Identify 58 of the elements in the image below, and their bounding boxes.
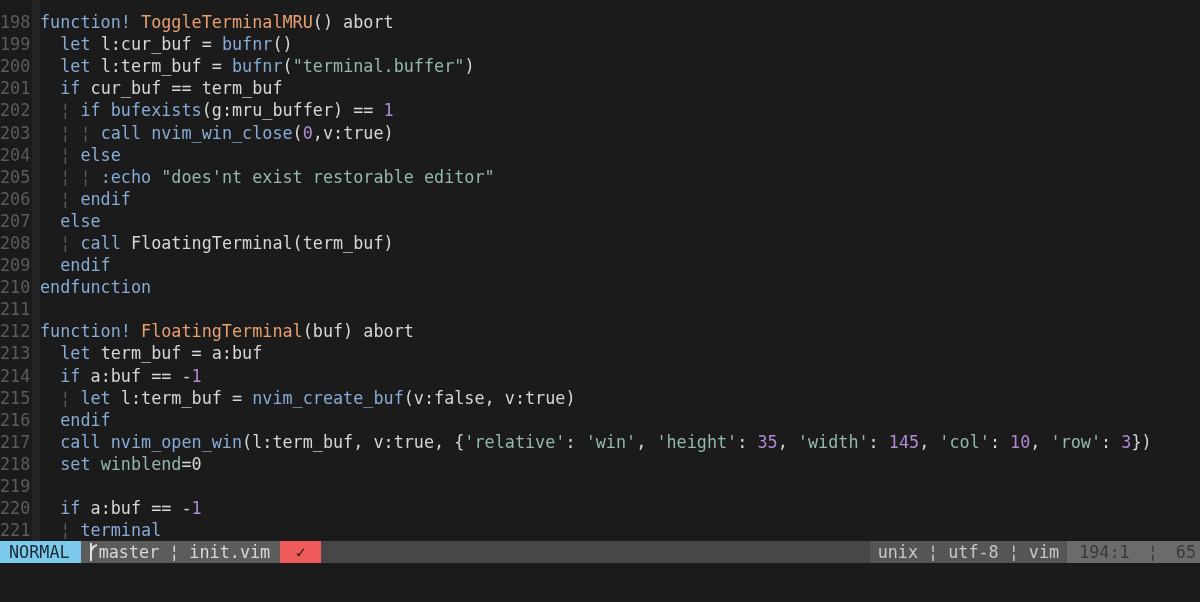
line-number: 215 bbox=[0, 387, 30, 408]
line-number: 212 bbox=[0, 321, 30, 342]
line-number: 200 bbox=[0, 56, 30, 77]
file-info-text: unix bbox=[877, 542, 919, 562]
file-info-text: utf-8 bbox=[948, 542, 999, 562]
branch-icon bbox=[88, 543, 99, 561]
line-number: 205 bbox=[0, 166, 30, 187]
line-number: 202 bbox=[0, 100, 30, 121]
lint-status: ✓ bbox=[280, 541, 322, 563]
line-number: 211 bbox=[0, 299, 30, 320]
code-line: ¦ terminal bbox=[59, 520, 162, 541]
file-info-text: ¦ bbox=[928, 542, 939, 562]
line-number: 216 bbox=[0, 409, 30, 430]
code-line: endfunction bbox=[40, 277, 152, 298]
line-number: 221 bbox=[0, 520, 30, 541]
line-number: 210 bbox=[0, 277, 30, 298]
code-line: function! FloatingTerminal(buf) abort bbox=[40, 321, 414, 342]
code-line: call nvim_open_win(l:term_buf, v:true, {'relative': 'win', 'height': 35, 'width': 145, 'col': 10, 'row': 3}) bbox=[59, 431, 1152, 452]
code-line: let term_buf = a:buf bbox=[59, 343, 263, 364]
line-number: 213 bbox=[0, 343, 30, 364]
line-number: 219 bbox=[0, 476, 30, 496]
file-info-text: vim bbox=[1028, 542, 1060, 562]
branch-name: master bbox=[98, 542, 160, 562]
code-line: ¦ endif bbox=[59, 188, 131, 209]
line-number: 208 bbox=[0, 233, 30, 253]
line-number: 206 bbox=[0, 188, 30, 209]
code-line: ¦ else bbox=[59, 144, 121, 165]
line-number: 220 bbox=[0, 498, 30, 519]
line-number: 209 bbox=[0, 255, 30, 276]
line-number: 203 bbox=[0, 122, 30, 143]
line-number: 204 bbox=[0, 144, 30, 165]
mode-indicator: NORMAL bbox=[0, 541, 81, 563]
position-text: ¦ bbox=[1147, 542, 1158, 562]
code-line: else bbox=[59, 210, 101, 231]
code-line: ¦ let l:term_buf = nvim_create_buf(v:false, v:true) bbox=[59, 387, 576, 408]
code-line: endif bbox=[59, 409, 111, 430]
code-line: ¦ if bufexists(g:mru_buffer) == 1 bbox=[59, 100, 394, 121]
separator: ¦ bbox=[169, 542, 180, 562]
code-line: if a:buf == -1 bbox=[59, 498, 202, 519]
file-name: init.vim bbox=[189, 542, 271, 562]
code-line: let l:cur_buf = bufnr() bbox=[59, 34, 293, 55]
line-number: 198 bbox=[0, 12, 30, 33]
code-line: ¦ call FloatingTerminal(term_buf) bbox=[59, 233, 394, 253]
line-number: 217 bbox=[0, 431, 30, 452]
line-number: 199 bbox=[0, 34, 30, 55]
code-line: function! ToggleTerminalMRU() abort bbox=[40, 12, 394, 33]
code-line: if a:buf == -1 bbox=[59, 365, 202, 386]
file-info-text: ¦ bbox=[1008, 542, 1019, 562]
line-number: 218 bbox=[0, 453, 30, 474]
line-number: 201 bbox=[0, 78, 30, 99]
code-line: set winblend=0 bbox=[59, 453, 202, 474]
code-line: ¦ ¦ call nvim_win_close(0,v:true) bbox=[59, 122, 394, 143]
code-line: ¦ ¦ :echo "does'nt exist restorable editor" bbox=[59, 166, 495, 187]
line-number: 214 bbox=[0, 365, 30, 386]
line-number: 207 bbox=[0, 210, 30, 231]
code-line: let l:term_buf = bufnr("terminal.buffer") bbox=[59, 56, 475, 77]
code-line: endif bbox=[59, 255, 111, 276]
code-line: if cur_buf == term_buf bbox=[59, 78, 283, 99]
